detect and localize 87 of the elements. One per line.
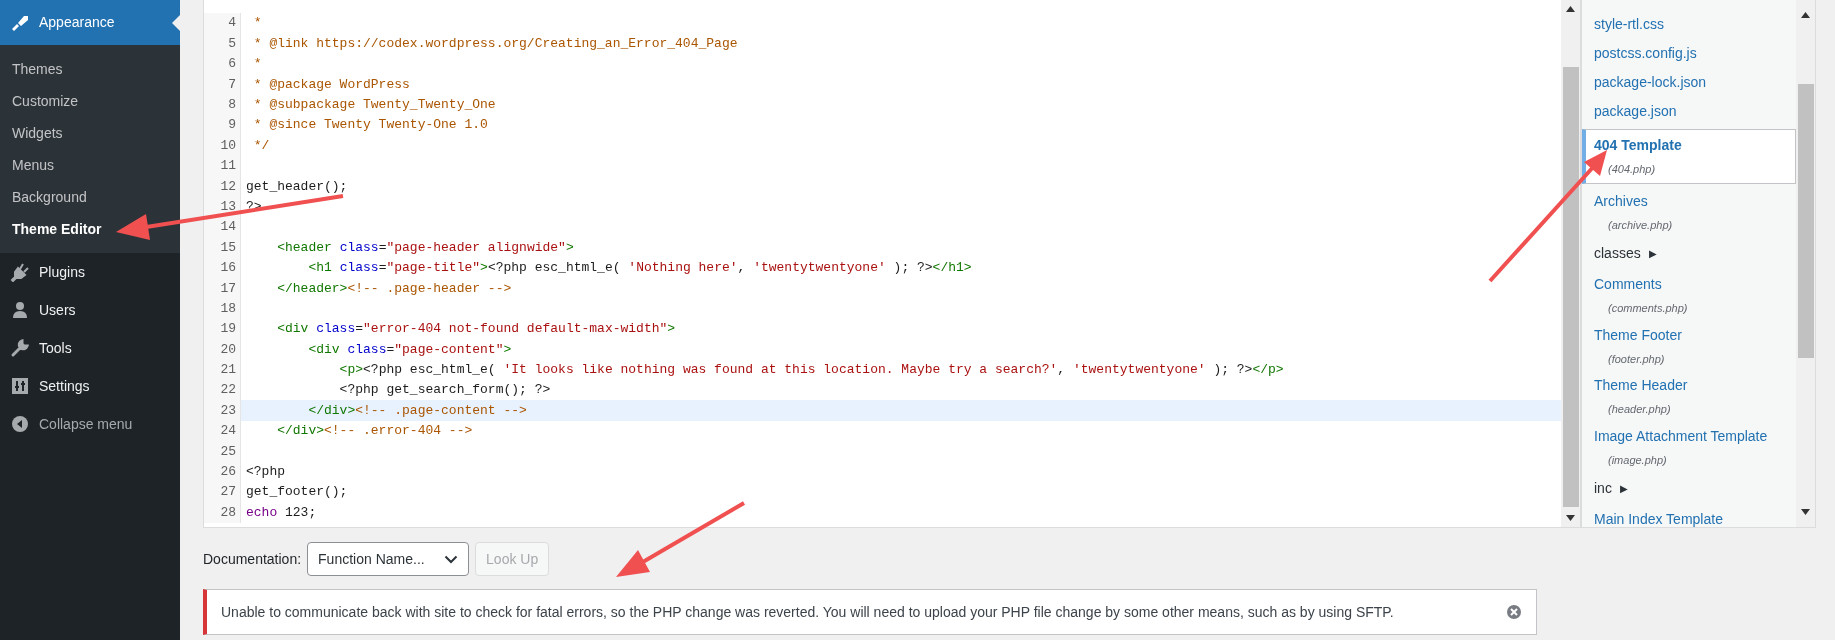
file-list-item[interactable]: Archives (archive.php) — [1582, 186, 1796, 237]
code-line: <?php get_search_form(); ?> — [338, 381, 551, 400]
line-number: 18 — [220, 299, 236, 318]
code-line: </div><!-- .error-404 --> — [276, 422, 473, 441]
file-list-item[interactable]: postcss.config.js — [1582, 39, 1796, 68]
code-line: <p><?php esc_html_e( 'It looks like nothing was found at this location. Maybe try a search?', 'twentytwentyone' ); ?></p> — [338, 361, 1284, 380]
line-number: 10 — [220, 136, 236, 155]
scroll-up-icon[interactable] — [1566, 6, 1575, 12]
code-line: * — [252, 14, 262, 33]
code-line: * @since Twenty Twenty-One 1.0 — [252, 116, 488, 135]
line-number: 27 — [220, 483, 236, 502]
line-number: 25 — [220, 442, 236, 461]
file-list-item[interactable]: inc ▶ — [1582, 472, 1796, 505]
file-list-item[interactable]: Comments (comments.php) — [1582, 270, 1796, 321]
code-line: <h1 class="page-title"><?php esc_html_e( 'Nothing here', 'twentytwentyone' ); ?></h1> — [307, 259, 972, 278]
file-list-item[interactable]: 404 Template (404.php) — [1582, 129, 1796, 184]
submenu-item[interactable]: Theme Editor — [0, 213, 180, 245]
close-icon[interactable] — [1506, 604, 1522, 620]
code-line: <header class="page-header alignwide"> — [276, 238, 574, 257]
file-list-item[interactable]: Main Index Template — [1582, 505, 1796, 527]
menu-item[interactable]: Plugins — [0, 253, 180, 291]
submenu-item[interactable]: Menus — [0, 149, 180, 181]
code-line: * @package WordPress — [252, 75, 410, 94]
line-number: 19 — [220, 320, 236, 339]
scrollbar[interactable] — [1796, 0, 1815, 527]
line-number: 8 — [228, 96, 236, 114]
line-number: 11 — [220, 157, 236, 176]
file-list-item[interactable]: package.json — [1582, 97, 1796, 126]
line-number: 5 — [228, 34, 236, 53]
file-list-item[interactable]: Image Attachment Template (image.php) — [1582, 421, 1796, 472]
code-line: get_footer(); — [245, 483, 348, 502]
file-list-item[interactable]: classes ▶ — [1582, 237, 1796, 270]
code-line: </div><!-- .page-content --> — [307, 401, 527, 420]
submenu-item[interactable]: Themes — [0, 53, 180, 85]
code-line: echo 123; — [245, 503, 317, 522]
submenu-item[interactable]: Customize — [0, 85, 180, 117]
line-number: 15 — [220, 238, 236, 257]
scroll-up-icon[interactable] — [1801, 12, 1810, 18]
documentation-label: Documentation: — [203, 549, 302, 569]
scroll-down-icon[interactable] — [1566, 515, 1575, 521]
line-number: 24 — [220, 422, 236, 441]
line-number: 4 — [228, 14, 236, 33]
line-number: 26 — [220, 463, 236, 482]
chevron-down-icon — [444, 554, 459, 564]
scrollbar[interactable] — [1561, 0, 1580, 527]
submenu-item[interactable]: Widgets — [0, 117, 180, 149]
line-number: 22 — [220, 381, 236, 400]
line-number: 23 — [220, 401, 236, 420]
menu-item[interactable]: Collapse menu — [0, 405, 180, 443]
line-number: 6 — [228, 55, 236, 74]
file-list-item[interactable]: Theme Header (header.php) — [1582, 371, 1796, 422]
file-list-item[interactable]: package-lock.json — [1582, 68, 1796, 97]
line-number: 21 — [220, 361, 236, 380]
line-number: 28 — [220, 503, 236, 522]
submenu-item[interactable]: Background — [0, 181, 180, 213]
menu-item[interactable]: Appearance — [0, 0, 180, 45]
line-number: 13 — [220, 197, 236, 216]
plug-icon — [10, 262, 30, 282]
wrench-icon — [10, 338, 30, 358]
code-line: get_header(); — [245, 177, 348, 196]
menu-item[interactable]: Settings — [0, 367, 180, 405]
user-icon — [10, 300, 30, 320]
code-line: <div class="error-404 not-found default-max-width"> — [276, 320, 676, 339]
function-select[interactable]: Function Name... — [307, 542, 470, 576]
code-line: */ — [252, 136, 270, 155]
file-list-item[interactable]: style-rtl.css — [1582, 10, 1796, 39]
line-number: 12 — [220, 177, 236, 196]
line-number: 17 — [220, 279, 236, 298]
line-number: 7 — [228, 75, 236, 94]
code-line: <?php — [245, 463, 285, 482]
current-pointer-icon — [172, 14, 180, 31]
line-number: 20 — [220, 340, 236, 359]
file-list-item[interactable]: Theme Footer (footer.php) — [1582, 320, 1796, 371]
menu-item[interactable]: Tools — [0, 329, 180, 367]
line-number: 14 — [220, 218, 236, 237]
scroll-down-icon[interactable] — [1801, 509, 1810, 515]
collapse-icon — [10, 414, 30, 434]
line-number: 16 — [220, 259, 236, 278]
code-line: </header><!-- .page-header --> — [276, 279, 512, 298]
sliders-icon — [10, 376, 30, 396]
code-line: <div class="page-content"> — [307, 340, 512, 359]
code-line: * @subpackage Twenty_Twenty_One — [252, 96, 496, 114]
menu-item[interactable]: Users — [0, 291, 180, 329]
code-line: * @link https://codex.wordpress.org/Creating_an_Error_404_Page — [252, 34, 738, 53]
notice-message: Unable to communicate back with site to check for fatal errors, so the PHP change was reverted. You will need to upload your PHP file change by some other means, such as by using SFTP. — [221, 602, 1394, 622]
code-line: * — [252, 55, 262, 74]
line-number: 9 — [228, 116, 236, 135]
